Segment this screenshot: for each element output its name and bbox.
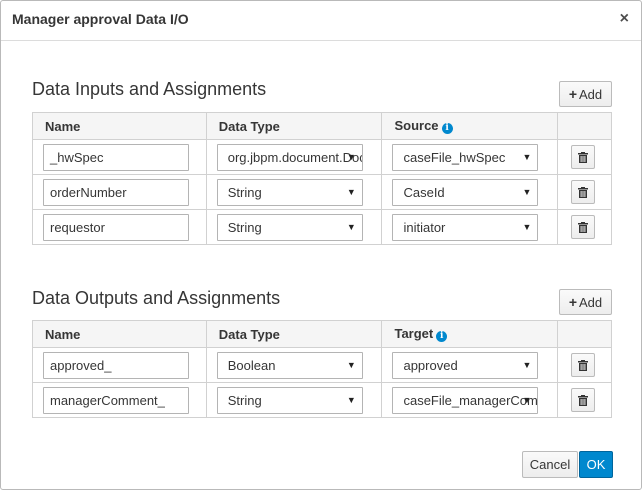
output-name-field[interactable]: approved_ xyxy=(43,351,189,379)
delete-row-button[interactable] xyxy=(571,180,596,204)
caret-down-icon: ▼ xyxy=(522,186,532,197)
output-data-type-select[interactable]: Boolean ▼ xyxy=(216,351,363,379)
close-icon[interactable]: × xyxy=(620,10,629,28)
ok-button[interactable]: OK xyxy=(579,451,613,478)
input-source-select[interactable]: initiator ▼ xyxy=(392,213,539,241)
select-value: caseFile_hwSpec xyxy=(403,149,506,165)
caret-down-icon: ▼ xyxy=(346,394,356,405)
table-row: managerComment_ String ▼ caseFile_manager… xyxy=(32,382,612,418)
data-io-dialog: Manager approval Data I/O × Data Inputs … xyxy=(0,0,642,490)
plus-icon: + xyxy=(568,294,578,310)
inputs-col-data-type: Data Type xyxy=(205,112,383,140)
output-name-field[interactable]: managerComment_ xyxy=(43,386,189,414)
trash-icon xyxy=(578,221,589,233)
inputs-heading: Data Inputs and Assignments xyxy=(32,79,267,99)
select-value: caseFile_managerComment xyxy=(403,392,538,408)
output-target-select[interactable]: approved ▼ xyxy=(392,351,539,379)
input-source-select[interactable]: CaseId ▼ xyxy=(392,178,539,206)
select-value: org.jbpm.document.Document xyxy=(227,149,362,165)
select-value: Boolean xyxy=(227,357,276,373)
inputs-col-name: Name xyxy=(32,112,207,140)
select-value: String xyxy=(227,392,262,408)
trash-icon xyxy=(578,186,589,198)
inputs-table: Name Data Type Source i _hwSpec org.jbpm.… xyxy=(32,112,612,245)
inputs-col-source: Source i xyxy=(381,112,559,140)
inputs-header-row: Name Data Type Source i xyxy=(32,112,612,140)
output-data-type-select[interactable]: String ▼ xyxy=(216,386,363,414)
info-icon[interactable]: i xyxy=(436,331,448,342)
select-value: String xyxy=(227,219,262,235)
table-row: approved_ Boolean ▼ approved ▼ xyxy=(32,347,612,383)
info-icon[interactable]: i xyxy=(441,123,453,134)
outputs-header-row: Name Data Type Target i xyxy=(32,320,612,348)
outputs-heading: Data Outputs and Assignments xyxy=(32,288,281,308)
outputs-col-data-type: Data Type xyxy=(205,320,383,348)
trash-icon xyxy=(578,359,589,371)
delete-row-button[interactable] xyxy=(571,215,596,239)
input-data-type-select[interactable]: String ▼ xyxy=(216,213,363,241)
outputs-table: Name Data Type Target i approved_ Boolean… xyxy=(32,320,612,418)
dialog-title: Manager approval Data I/O xyxy=(12,11,189,27)
caret-down-icon: ▼ xyxy=(522,394,532,405)
outputs-col-target: Target i xyxy=(381,320,559,348)
caret-down-icon: ▼ xyxy=(522,151,532,162)
select-value: CaseId xyxy=(403,184,445,200)
delete-row-button[interactable] xyxy=(571,145,596,169)
dialog-header: Manager approval Data I/O × xyxy=(1,1,641,41)
select-value: String xyxy=(227,184,262,200)
caret-down-icon: ▼ xyxy=(346,151,356,162)
input-name-field[interactable]: _hwSpec xyxy=(43,143,189,171)
caret-down-icon: ▼ xyxy=(346,186,356,197)
inputs-col-actions xyxy=(557,112,612,140)
table-row: requestor String ▼ initiator ▼ xyxy=(32,209,612,245)
input-data-type-select[interactable]: String ▼ xyxy=(216,178,363,206)
table-row: _hwSpec org.jbpm.document.Document▼ case… xyxy=(32,139,612,175)
select-value: approved xyxy=(403,357,458,373)
cancel-button[interactable]: Cancel xyxy=(522,451,578,478)
add-output-button[interactable]: + Add xyxy=(559,289,612,315)
input-name-field[interactable]: orderNumber xyxy=(43,178,189,206)
caret-down-icon: ▼ xyxy=(346,359,356,370)
trash-icon xyxy=(578,394,589,406)
plus-icon: + xyxy=(568,86,578,102)
output-target-select[interactable]: caseFile_managerComment▼ xyxy=(392,386,539,414)
add-output-label: Add xyxy=(579,294,603,310)
delete-row-button[interactable] xyxy=(571,353,596,377)
add-input-button[interactable]: + Add xyxy=(559,81,612,107)
caret-down-icon: ▼ xyxy=(522,221,532,232)
caret-down-icon: ▼ xyxy=(522,359,532,370)
input-data-type-select[interactable]: org.jbpm.document.Document▼ xyxy=(216,143,363,171)
outputs-col-target-label: Target xyxy=(394,326,434,341)
select-value: initiator xyxy=(403,219,446,235)
input-name-field[interactable]: requestor xyxy=(43,213,189,241)
inputs-col-source-label: Source xyxy=(394,118,439,133)
add-input-label: Add xyxy=(579,86,603,102)
outputs-col-actions xyxy=(557,320,612,348)
delete-row-button[interactable] xyxy=(571,388,596,412)
caret-down-icon: ▼ xyxy=(346,221,356,232)
outputs-col-name: Name xyxy=(32,320,207,348)
trash-icon xyxy=(578,151,589,163)
table-row: orderNumber String ▼ CaseId ▼ xyxy=(32,174,612,210)
input-source-select[interactable]: caseFile_hwSpec ▼ xyxy=(392,143,539,171)
